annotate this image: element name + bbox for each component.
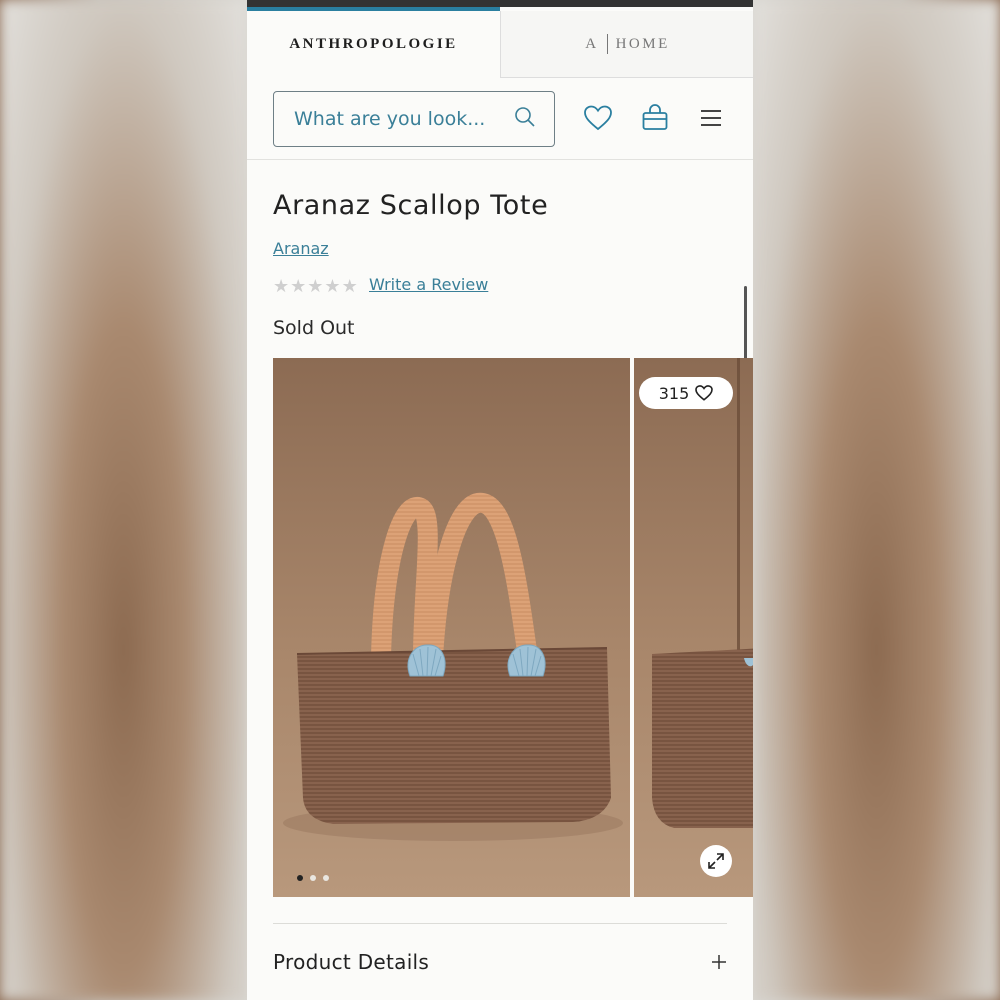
tab-a-home[interactable]: A HOME	[500, 11, 753, 78]
gallery-dot[interactable]	[310, 875, 316, 881]
product-title: Aranaz Scallop Tote	[273, 190, 549, 221]
brand-link[interactable]: Aranaz	[273, 239, 329, 258]
search-bar[interactable]	[273, 91, 555, 147]
expand-icon	[708, 853, 724, 869]
menu-button[interactable]	[693, 100, 729, 136]
background-blur-left	[0, 0, 247, 1000]
wishlist-button[interactable]	[580, 100, 616, 136]
tab-anthropologie[interactable]: ANTHROPOLOGIE	[247, 11, 500, 77]
background-blur-right	[753, 0, 1000, 1000]
star-icon: ★	[307, 276, 324, 296]
product-image-second[interactable]	[634, 358, 753, 897]
menu-icon	[701, 110, 721, 126]
like-count-button[interactable]: 315	[639, 377, 733, 409]
product-image-main[interactable]	[273, 358, 630, 897]
expand-image-button[interactable]	[700, 845, 732, 877]
plus-icon[interactable]	[711, 954, 727, 970]
tab-anthropologie-label: ANTHROPOLOGIE	[289, 35, 458, 52]
bag-icon	[642, 104, 668, 130]
tab-separator	[606, 34, 608, 54]
product-gallery[interactable]: 315	[273, 358, 753, 897]
like-count: 315	[658, 383, 690, 403]
search-icon[interactable]	[514, 106, 536, 133]
star-icon: ★	[341, 276, 358, 296]
header-divider	[247, 159, 753, 160]
heart-icon	[584, 105, 612, 131]
product-details-heading[interactable]: Product Details	[273, 950, 429, 974]
phone-screen: ANTHROPOLOGIE A HOME Aranaz Scallop Tote…	[247, 0, 753, 1000]
rating-stars: ★ ★ ★ ★ ★	[273, 276, 358, 296]
star-icon: ★	[324, 276, 341, 296]
write-review-link[interactable]: Write a Review	[369, 275, 488, 294]
gallery-pagination	[297, 875, 329, 881]
gallery-dot[interactable]	[323, 875, 329, 881]
tab-a-home-logo: A	[585, 35, 599, 52]
stock-status: Sold Out	[273, 317, 355, 339]
details-divider	[273, 923, 727, 924]
heart-icon	[695, 385, 714, 401]
tab-a-home-label: HOME	[615, 35, 670, 52]
search-input[interactable]	[292, 107, 514, 131]
gallery-dot[interactable]	[297, 875, 303, 881]
status-bar	[247, 0, 753, 7]
bag-button[interactable]	[637, 100, 673, 136]
star-icon: ★	[290, 276, 307, 296]
star-icon: ★	[273, 276, 290, 296]
